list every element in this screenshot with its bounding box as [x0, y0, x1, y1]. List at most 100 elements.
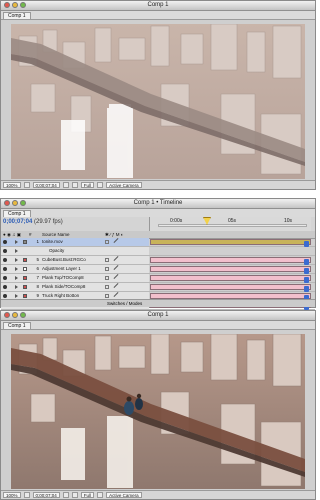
tab-comp-1[interactable]: Comp 1: [3, 210, 31, 217]
color-channel-icon[interactable]: [71, 492, 78, 498]
expand-triangle-icon[interactable]: [15, 267, 18, 271]
resolution-dropdown[interactable]: Full: [80, 182, 95, 188]
composition-viewer[interactable]: [11, 24, 305, 179]
tab-comp-1[interactable]: Comp 1: [3, 12, 31, 19]
region-icon[interactable]: [97, 182, 104, 188]
comp-tabbar: Comp 1: [1, 321, 315, 330]
layer-name[interactable]: CubeBust.Bust:RGCo: [42, 256, 102, 264]
tab-comp-1[interactable]: Comp 1: [3, 322, 31, 329]
expand-triangle-icon[interactable]: [15, 285, 18, 289]
quality-switch-icon[interactable]: [105, 285, 109, 289]
label-color-swatch[interactable]: [23, 276, 27, 280]
window-title: Comp 1 • Timeline: [133, 200, 183, 206]
quality-switch-icon[interactable]: [105, 294, 109, 298]
layer-name[interactable]: Opacity: [49, 247, 109, 255]
zoom-dropdown[interactable]: 100%: [3, 182, 21, 188]
composition-viewer[interactable]: [11, 334, 305, 489]
close-icon[interactable]: [4, 200, 10, 206]
layer-duration-bar[interactable]: [150, 284, 311, 292]
quality-switch-icon[interactable]: [105, 258, 109, 262]
close-icon[interactable]: [4, 312, 10, 318]
grid-icon[interactable]: [23, 182, 30, 188]
resolution-dropdown[interactable]: Full: [80, 492, 95, 498]
layer-name[interactable]: Plank Side/TOComp8: [42, 283, 102, 291]
expand-triangle-icon[interactable]: [15, 240, 18, 244]
visibility-eye-icon[interactable]: [3, 285, 7, 289]
view-dropdown[interactable]: Active Camera: [106, 182, 142, 188]
zoom-icon[interactable]: [20, 2, 26, 8]
current-time-field[interactable]: 0;00;07;04: [32, 492, 60, 498]
timeline-timecode[interactable]: 0;00;07;04 (29.97 fps): [3, 219, 63, 225]
layer-name[interactable]: Plank Top/TOComp8: [42, 274, 102, 282]
layer-row[interactable]: 1 tonite.mov: [1, 238, 315, 247]
zoom-dropdown[interactable]: 100%: [3, 492, 21, 498]
expand-triangle-icon[interactable]: [15, 249, 18, 253]
layer-row[interactable]: 7 Plank Top/TOComp8: [1, 274, 315, 283]
quality-switch-icon[interactable]: [105, 267, 109, 271]
layer-name[interactable]: tonite.mov: [42, 238, 102, 246]
layer-outline[interactable]: 8 Plank Side/TOComp8: [1, 283, 149, 291]
layer-row[interactable]: 5 CubeBust.Bust:RGCo: [1, 256, 315, 265]
layer-outline[interactable]: 6 Adjustment Layer 1: [1, 265, 149, 273]
visibility-eye-icon[interactable]: [3, 249, 7, 253]
quality-switch-icon[interactable]: [105, 276, 109, 280]
camera-icon[interactable]: [62, 492, 69, 498]
draft-switch-icon[interactable]: [113, 265, 119, 270]
time-ruler[interactable]: 0:00s 05s 10s: [149, 217, 311, 231]
grid-icon[interactable]: [23, 492, 30, 498]
expand-triangle-icon[interactable]: [15, 258, 18, 262]
layer-row[interactable]: 6 Adjustment Layer 1: [1, 265, 315, 274]
draft-switch-icon[interactable]: [113, 238, 119, 243]
layer-row[interactable]: 8 Plank Side/TOComp8: [1, 283, 315, 292]
layer-row[interactable]: Opacity: [1, 247, 315, 256]
layer-outline[interactable]: 7 Plank Top/TOComp8: [1, 274, 149, 282]
comp-window-top: Comp 1 Comp 1 100% 0;00;07;04 Full Activ…: [0, 0, 316, 190]
draft-switch-icon[interactable]: [113, 292, 119, 297]
label-color-swatch[interactable]: [23, 294, 27, 298]
layer-outline[interactable]: 1 tonite.mov: [1, 238, 149, 246]
expand-triangle-icon[interactable]: [15, 294, 18, 298]
comp-window-titlebar[interactable]: Comp 1: [1, 1, 315, 11]
label-color-swatch[interactable]: [23, 258, 27, 262]
timeline-bottom-strip: Switches / Modes: [1, 299, 315, 307]
visibility-eye-icon[interactable]: [3, 294, 7, 298]
label-color-swatch[interactable]: [23, 240, 27, 244]
current-time-field[interactable]: 0;00;07;04: [32, 182, 60, 188]
window-title: Comp 1: [147, 312, 169, 318]
source-name-header[interactable]: Source Name: [42, 231, 70, 238]
zoom-icon[interactable]: [20, 312, 26, 318]
timeline-titlebar[interactable]: Comp 1 • Timeline: [1, 199, 315, 209]
minimize-icon[interactable]: [12, 312, 18, 318]
layer-duration-bar[interactable]: [150, 266, 311, 274]
label-color-swatch[interactable]: [23, 285, 27, 289]
layer-outline[interactable]: Opacity: [1, 247, 149, 255]
visibility-eye-icon[interactable]: [3, 258, 7, 262]
color-channel-icon[interactable]: [71, 182, 78, 188]
draft-switch-icon[interactable]: [113, 274, 119, 279]
draft-switch-icon[interactable]: [113, 256, 119, 261]
layer-duration-bar[interactable]: [150, 239, 311, 247]
visibility-eye-icon[interactable]: [3, 267, 7, 271]
view-dropdown[interactable]: Active Camera: [106, 492, 142, 498]
region-icon[interactable]: [97, 492, 104, 498]
layer-outline[interactable]: 5 CubeBust.Bust:RGCo: [1, 256, 149, 264]
label-color-swatch[interactable]: [23, 267, 27, 271]
expand-triangle-icon[interactable]: [15, 276, 18, 280]
comp-window-bottom: Comp 1 Comp 1 100% 0;00;07;04 Full Activ…: [0, 310, 316, 500]
close-icon[interactable]: [4, 2, 10, 8]
visibility-eye-icon[interactable]: [3, 276, 7, 280]
draft-switch-icon[interactable]: [113, 283, 119, 288]
time-navigator[interactable]: [158, 224, 307, 227]
minimize-icon[interactable]: [12, 200, 18, 206]
layer-name[interactable]: Adjustment Layer 1: [42, 265, 102, 273]
minimize-icon[interactable]: [12, 2, 18, 8]
city-footage-image: [11, 24, 305, 179]
quality-switch-icon[interactable]: [105, 240, 109, 244]
visibility-eye-icon[interactable]: [3, 240, 7, 244]
layer-duration-bar[interactable]: [150, 275, 311, 283]
comp-window-titlebar[interactable]: Comp 1: [1, 311, 315, 321]
camera-icon[interactable]: [62, 182, 69, 188]
zoom-icon[interactable]: [20, 200, 26, 206]
switches-modes-button[interactable]: Switches / Modes: [105, 300, 144, 307]
layer-duration-bar[interactable]: [150, 257, 311, 265]
